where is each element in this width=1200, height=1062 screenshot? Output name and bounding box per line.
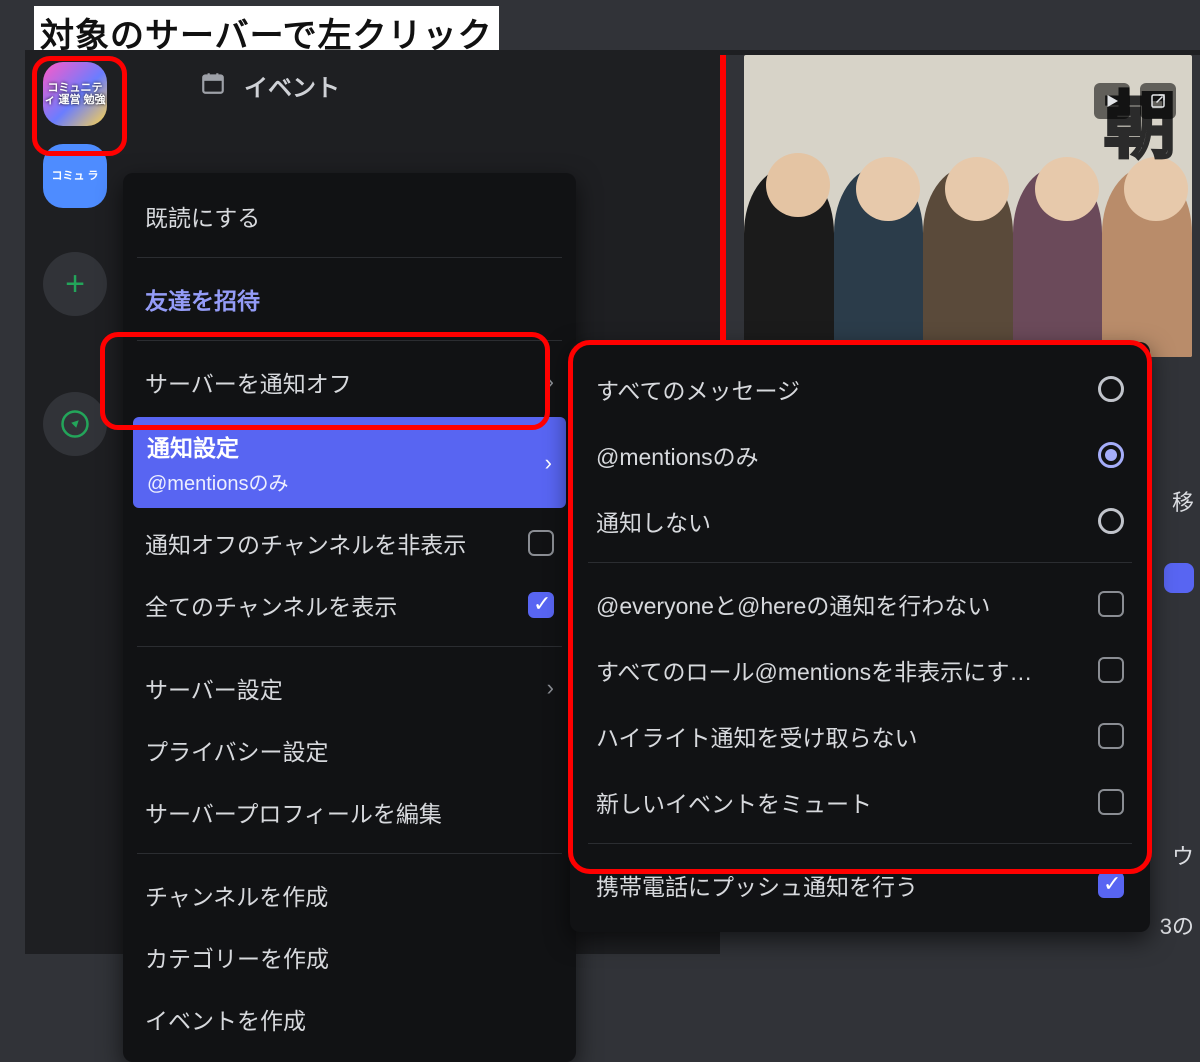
annotation-highlight-submenu bbox=[568, 340, 1152, 874]
menu-label: サーバープロフィールを編集 bbox=[145, 795, 442, 829]
side-text: 3の bbox=[1160, 909, 1194, 941]
menu-label: プライバシー設定 bbox=[145, 733, 329, 767]
checkbox-checked[interactable] bbox=[528, 592, 554, 618]
menu-create-category[interactable]: カテゴリーを作成 bbox=[123, 926, 576, 988]
annotation-highlight-server bbox=[32, 56, 127, 156]
chevron-right-icon: › bbox=[545, 450, 552, 476]
side-text: ウ bbox=[1172, 839, 1194, 871]
menu-mark-read[interactable]: 既読にする bbox=[123, 185, 576, 247]
menu-hide-muted-channels[interactable]: 通知オフのチャンネルを非表示 bbox=[123, 512, 576, 574]
menu-create-event[interactable]: イベントを作成 bbox=[123, 988, 576, 1050]
menu-label: イベントを作成 bbox=[145, 1002, 306, 1036]
menu-divider bbox=[137, 646, 562, 647]
menu-label: 全てのチャンネルを表示 bbox=[145, 588, 397, 622]
server-list: コミュニティ 運営 勉強 コミュ ラ + bbox=[25, 50, 125, 954]
play-icon bbox=[1103, 92, 1121, 110]
open-external-icon bbox=[1149, 92, 1167, 110]
discover-servers-button[interactable] bbox=[43, 392, 107, 456]
checkbox[interactable] bbox=[528, 530, 554, 556]
menu-label: 通知オフのチャンネルを非表示 bbox=[145, 526, 466, 560]
channel-header[interactable]: イベント bbox=[200, 68, 340, 103]
menu-label: 既読にする bbox=[145, 199, 260, 233]
menu-invite-friends[interactable]: 友達を招待 bbox=[123, 268, 576, 330]
menu-label: カテゴリーを作成 bbox=[145, 940, 329, 974]
menu-privacy-settings[interactable]: プライバシー設定 bbox=[123, 719, 576, 781]
open-external-button[interactable] bbox=[1140, 83, 1176, 119]
menu-edit-server-profile[interactable]: サーバープロフィールを編集 bbox=[123, 781, 576, 843]
calendar-icon bbox=[200, 70, 226, 102]
compass-icon bbox=[60, 409, 90, 439]
server-context-menu: 既読にする 友達を招待 サーバーを通知オフ › 通知設定 @mentionsのみ… bbox=[123, 173, 576, 1062]
channel-header-label: イベント bbox=[244, 68, 340, 103]
menu-divider bbox=[137, 257, 562, 258]
play-button[interactable] bbox=[1094, 83, 1130, 119]
menu-server-settings[interactable]: サーバー設定 › bbox=[123, 657, 576, 719]
menu-label: 友達を招待 bbox=[145, 282, 260, 316]
menu-label: チャンネルを作成 bbox=[145, 878, 328, 912]
annotation-vertical-line bbox=[720, 55, 726, 345]
add-server-button[interactable]: + bbox=[43, 252, 107, 316]
video-thumbnail[interactable]: 朝 bbox=[744, 55, 1192, 357]
checkbox-checked[interactable] bbox=[1098, 872, 1124, 898]
menu-create-channel[interactable]: チャンネルを作成 bbox=[123, 864, 576, 926]
annotation-highlight-notification-settings bbox=[100, 332, 550, 430]
menu-sublabel: @mentionsのみ bbox=[147, 467, 288, 496]
menu-show-all-channels[interactable]: 全てのチャンネルを表示 bbox=[123, 574, 576, 636]
menu-label: 通知設定 bbox=[147, 429, 288, 463]
side-text: 移 bbox=[1172, 485, 1194, 517]
chevron-right-icon: › bbox=[547, 675, 554, 701]
side-badge bbox=[1164, 563, 1194, 593]
menu-label: サーバー設定 bbox=[145, 671, 283, 705]
menu-divider bbox=[137, 853, 562, 854]
menu-notification-settings[interactable]: 通知設定 @mentionsのみ › bbox=[133, 417, 566, 508]
